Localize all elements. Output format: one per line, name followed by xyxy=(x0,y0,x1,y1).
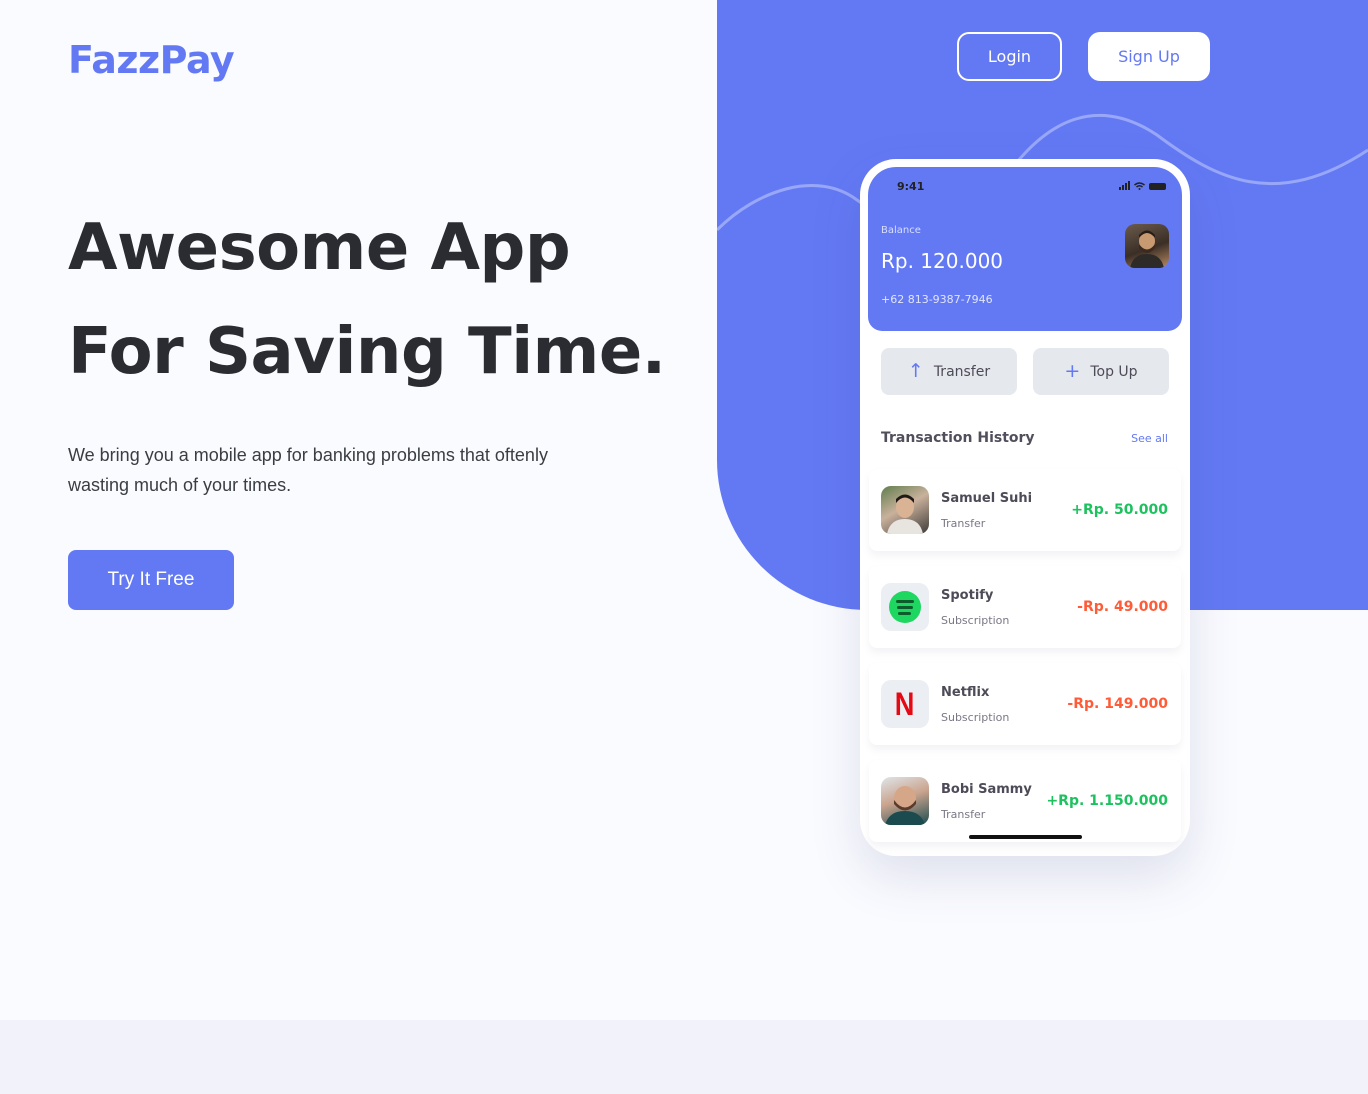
status-icons xyxy=(1119,181,1166,190)
transaction-item[interactable]: Samuel Suhi Transfer +Rp. 50.000 xyxy=(869,469,1181,551)
battery-icon xyxy=(1149,183,1166,190)
signal-icon xyxy=(1119,181,1130,190)
next-section-strip xyxy=(0,1020,1368,1094)
user-avatar[interactable] xyxy=(1125,224,1169,268)
transaction-item[interactable]: Spotify Subscription -Rp. 49.000 xyxy=(869,566,1181,648)
transaction-type: Subscription xyxy=(941,711,1010,724)
transaction-history-title: Transaction History xyxy=(881,430,1035,446)
netflix-logo: N xyxy=(881,680,929,728)
transaction-type: Subscription xyxy=(941,614,1010,627)
hero-description: We bring you a mobile app for banking pr… xyxy=(68,445,548,495)
transaction-amount: +Rp. 50.000 xyxy=(1071,502,1168,518)
transaction-type: Transfer xyxy=(941,517,986,530)
spotify-logo xyxy=(881,583,929,631)
spotify-icon xyxy=(889,591,921,623)
try-it-free-button[interactable]: Try It Free xyxy=(68,550,234,610)
balance-card: 9:41 Balance Rp. 120.000 +62 813-9387-79… xyxy=(868,167,1182,331)
login-button[interactable]: Login xyxy=(957,32,1062,81)
arrow-up-icon: ↑ xyxy=(907,360,924,382)
landing-page: FazzPay Login Sign Up Awesome App For Sa… xyxy=(0,0,1368,1094)
transaction-name: Netflix xyxy=(941,685,990,700)
samuel-avatar-image xyxy=(887,494,923,534)
transaction-amount: +Rp. 1.150.000 xyxy=(1046,793,1168,809)
hero-title-line-1: Awesome App xyxy=(68,211,571,285)
balance-amount: Rp. 120.000 xyxy=(881,249,1004,273)
transfer-label: Transfer xyxy=(933,363,991,380)
hero-title-line-2: For Saving Time. xyxy=(68,315,666,389)
phone-number: +62 813-9387-7946 xyxy=(881,293,993,306)
top-up-button[interactable]: + Top Up xyxy=(1033,348,1169,395)
transaction-name: Spotify xyxy=(941,588,994,603)
brand-logo[interactable]: FazzPay xyxy=(68,38,235,82)
transaction-item[interactable]: N Netflix Subscription -Rp. 149.000 xyxy=(869,663,1181,745)
home-indicator xyxy=(969,835,1082,839)
transaction-type: Transfer xyxy=(941,808,986,821)
transaction-name: Bobi Sammy xyxy=(941,782,1032,797)
top-up-label: Top Up xyxy=(1090,363,1138,380)
hero-title: Awesome App For Saving Time. xyxy=(68,196,708,404)
user-avatar-image xyxy=(1130,230,1164,268)
bobi-avatar-image xyxy=(885,786,925,825)
wifi-icon xyxy=(1134,182,1145,190)
phone-mockup: 9:41 Balance Rp. 120.000 +62 813-9387-79… xyxy=(860,159,1190,856)
avatar xyxy=(881,777,929,825)
transaction-amount: -Rp. 149.000 xyxy=(1067,696,1168,712)
transfer-button[interactable]: ↑ Transfer xyxy=(881,348,1017,395)
transaction-name: Samuel Suhi xyxy=(941,491,1033,506)
transaction-item[interactable]: Bobi Sammy Transfer +Rp. 1.150.000 xyxy=(869,760,1181,842)
see-all-link[interactable]: See all xyxy=(1131,432,1168,445)
status-time: 9:41 xyxy=(897,180,925,193)
balance-label: Balance xyxy=(881,225,921,236)
plus-icon: + xyxy=(1064,360,1081,382)
transaction-amount: -Rp. 49.000 xyxy=(1077,599,1168,615)
signup-button[interactable]: Sign Up xyxy=(1088,32,1210,81)
avatar xyxy=(881,486,929,534)
netflix-icon: N xyxy=(895,685,915,722)
